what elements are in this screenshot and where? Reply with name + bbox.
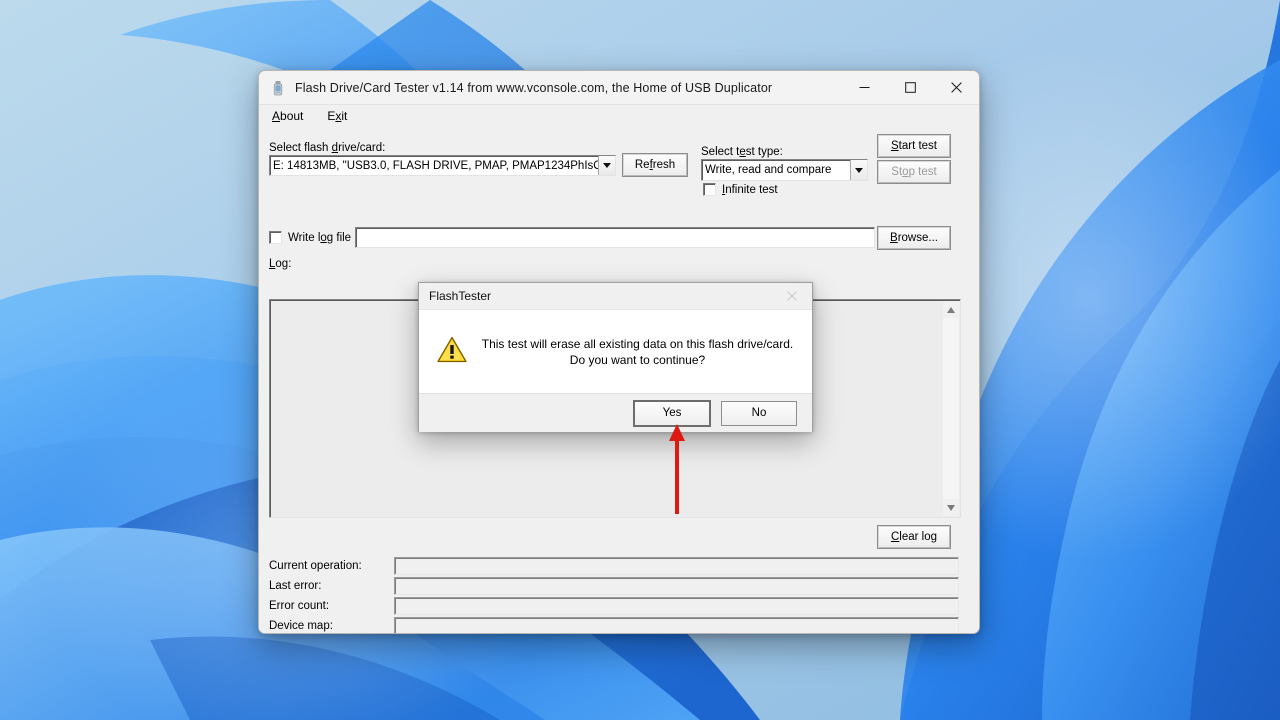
flashtester-confirm-dialog: FlashTester This test will erase all exi… <box>418 282 813 432</box>
status-label: Last error: <box>269 580 322 592</box>
dialog-title: FlashTester <box>429 289 492 303</box>
write-log-file-label: Write log file <box>288 231 352 244</box>
warning-triangle-icon <box>437 336 467 368</box>
drive-select-combobox[interactable]: E: 14813MB, "USB3.0, FLASH DRIVE, PMAP, … <box>269 155 616 176</box>
dialog-no-button[interactable]: No <box>721 400 797 426</box>
status-row-device-map: Device map: <box>269 616 959 633</box>
status-label: Error count: <box>269 600 330 612</box>
dialog-message-line2: Do you want to continue? <box>569 352 706 367</box>
test-type-value: Write, read and compare <box>705 164 832 176</box>
window-title: Flash Drive/Card Tester v1.14 from www.v… <box>295 80 773 95</box>
dialog-yes-label: Yes <box>662 407 682 419</box>
menubar: AAboutbout Exit <box>259 105 979 126</box>
infinite-test-checkbox-box[interactable] <box>703 183 716 196</box>
dialog-body: This test will erase all existing data o… <box>419 309 812 393</box>
dialog-close-icon[interactable] <box>772 283 812 308</box>
status-label: Device map: <box>269 620 333 632</box>
status-row-last-error: Last error: <box>269 576 959 596</box>
usb-flash-drive-icon <box>270 80 286 96</box>
status-value-last-error <box>394 577 959 595</box>
dialog-titlebar[interactable]: FlashTester <box>419 283 812 309</box>
test-type-label: Select test type: <box>701 146 783 158</box>
dialog-yes-button[interactable]: Yes <box>633 399 711 427</box>
annotation-arrow-icon <box>668 424 686 514</box>
window-titlebar[interactable]: Flash Drive/Card Tester v1.14 from www.v… <box>259 71 979 105</box>
log-file-path-input[interactable] <box>355 227 875 248</box>
infinite-test-checkbox[interactable]: Infinite test <box>703 183 778 196</box>
status-panel: Current operation: Last error: Error cou… <box>269 556 959 633</box>
start-test-button[interactable]: Start test <box>877 134 951 158</box>
status-row-current-operation: Current operation: <box>269 556 959 576</box>
status-value-device-map <box>394 617 959 633</box>
status-value-current-operation <box>394 557 959 575</box>
drive-select-label: Select flash drive/card: <box>269 142 386 154</box>
status-value-error-count <box>394 597 959 615</box>
write-log-file-checkbox[interactable]: Write log file <box>269 231 351 244</box>
chevron-down-icon[interactable] <box>850 160 867 180</box>
scroll-up-button[interactable] <box>943 301 959 318</box>
log-label: Log: <box>269 258 292 270</box>
chevron-down-icon[interactable] <box>598 156 615 175</box>
dialog-message: This test will erase all existing data o… <box>481 336 794 368</box>
clear-log-button[interactable]: Clear log <box>877 525 951 549</box>
drive-select-value: E: 14813MB, "USB3.0, FLASH DRIVE, PMAP, … <box>273 159 598 172</box>
minimize-button[interactable] <box>841 71 887 103</box>
test-type-combobox[interactable]: Write, read and compare <box>701 159 868 181</box>
write-log-file-checkbox-box[interactable] <box>269 231 282 244</box>
window-control-buttons <box>841 71 979 103</box>
menu-item-exit[interactable]: Exit <box>324 108 350 124</box>
maximize-button[interactable] <box>887 71 933 103</box>
menu-item-about[interactable]: AAboutbout <box>269 108 306 124</box>
scroll-down-button[interactable] <box>943 499 959 516</box>
stop-test-button: Stop test <box>877 160 951 184</box>
status-row-error-count: Error count: <box>269 596 959 616</box>
log-scrollbar[interactable] <box>943 301 959 516</box>
browse-button[interactable]: Browse... <box>877 226 951 250</box>
dialog-button-bar: Yes No <box>419 393 812 432</box>
dialog-no-label: No <box>751 407 767 419</box>
dialog-message-line1: This test will erase all existing data o… <box>481 336 794 351</box>
status-label: Current operation: <box>269 560 362 572</box>
infinite-test-label: Infinite test <box>722 183 778 196</box>
close-button[interactable] <box>933 71 979 103</box>
refresh-button[interactable]: Refresh <box>622 153 688 177</box>
